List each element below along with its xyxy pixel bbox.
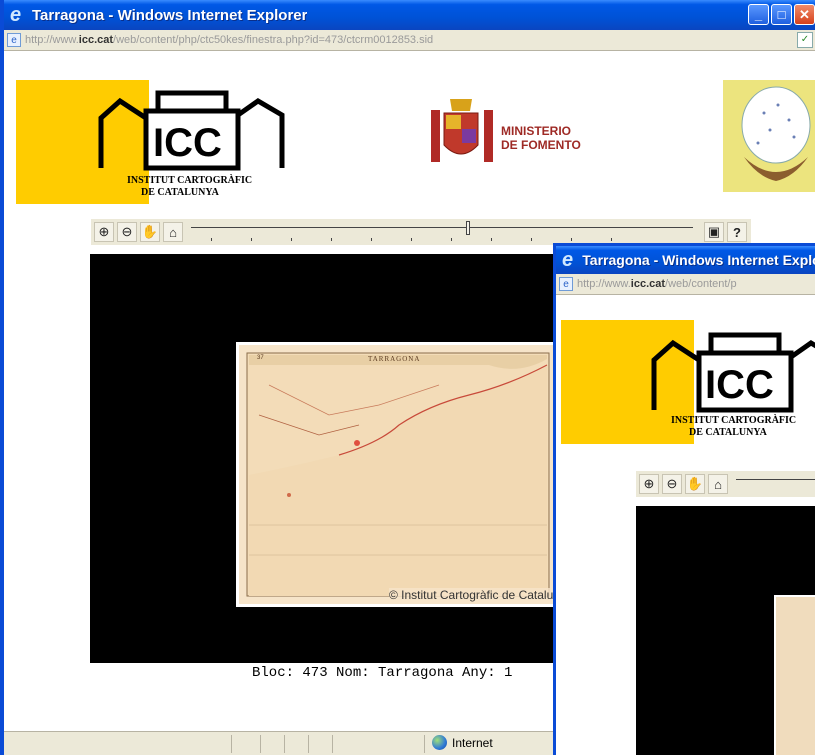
slider-tick: [331, 238, 332, 241]
institute-name-line1: INSTITUT CARTOGRÀFIC: [671, 415, 797, 426]
slider-tick: [491, 238, 492, 241]
slider-tick: [251, 238, 252, 241]
zoom-slider[interactable]: [191, 219, 693, 245]
security-zone-label: Internet: [452, 735, 493, 750]
window-title: Tarragona - Windows Internet Explorer: [32, 6, 308, 24]
status-separator: [260, 735, 261, 753]
slider-tick: [571, 238, 572, 241]
map-sheet-drawing: [246, 352, 550, 597]
zoom-slider[interactable]: [736, 471, 815, 497]
crest-icon: [741, 86, 811, 181]
browser-window-secondary: e Tarragona - Windows Internet Explorer …: [553, 243, 815, 755]
title-bar[interactable]: e Tarragona - Windows Internet Explorer …: [4, 0, 815, 30]
slider-handle[interactable]: [466, 221, 470, 235]
close-button[interactable]: ✕: [794, 4, 815, 25]
hand-icon[interactable]: ✋: [685, 474, 705, 494]
zoom-in-icon[interactable]: ⊕: [94, 222, 114, 242]
map-caption: Bloc: 473 Nom: Tarragona Any: 1: [252, 665, 513, 681]
address-bar[interactable]: e http://www.icc.cat/web/content/p: [556, 274, 815, 295]
security-zone[interactable]: Internet: [432, 735, 493, 750]
ministry-line2: DE FOMENTO: [501, 138, 581, 152]
status-separator: [284, 735, 285, 753]
map-toolbar: ⊕ ⊖ ✋ ⌂ ▣ ?: [91, 219, 751, 245]
globe-icon: [432, 735, 447, 750]
status-separator: [308, 735, 309, 753]
home-icon[interactable]: ⌂: [163, 222, 183, 242]
slider-tick: [451, 238, 452, 241]
map-image[interactable]: [774, 595, 815, 755]
institute-name-line1: INSTITUT CARTOGRÀFIC: [127, 175, 253, 186]
institute-name-line2: DE CATALUNYA: [141, 187, 219, 198]
slider-tick: [531, 238, 532, 241]
zoom-in-icon[interactable]: ⊕: [639, 474, 659, 494]
window-controls: _ □ ✕: [748, 4, 815, 25]
home-icon[interactable]: ⌂: [708, 474, 728, 494]
icc-letters: ICC: [153, 121, 222, 165]
window-title: Tarragona - Windows Internet Explorer: [582, 252, 815, 268]
coat-of-arms-icon: [431, 99, 493, 162]
print-icon[interactable]: ▣: [704, 222, 724, 242]
map-sheet-title: TARRAGONA: [368, 355, 421, 363]
zoom-out-icon[interactable]: ⊖: [662, 474, 682, 494]
icc-letters: ICC: [705, 363, 774, 407]
map-toolbar: ⊕ ⊖ ✋ ⌂: [636, 471, 815, 497]
map-sheet-number: 37: [257, 355, 264, 361]
slider-tick: [291, 238, 292, 241]
status-separator: [424, 735, 425, 753]
address-url[interactable]: http://www.icc.cat/web/content/p: [577, 278, 737, 290]
slider-tick: [211, 238, 212, 241]
page-icon: e: [7, 33, 21, 47]
map-image[interactable]: TARRAGONA 37 © Institut Cartogràfic de C…: [236, 342, 560, 607]
page-content: ICC INSTITUT CARTOGRÀFIC DE CATALUNYA ⊕ …: [556, 295, 815, 755]
slider-track: [191, 227, 693, 228]
page-icon: e: [559, 277, 573, 291]
slider-tick: [371, 238, 372, 241]
compatibility-icon[interactable]: ✓: [797, 32, 813, 48]
status-separator: [231, 735, 232, 753]
slider-tick: [411, 238, 412, 241]
institute-name-line2: DE CATALUNYA: [689, 427, 767, 438]
internet-explorer-icon: e: [562, 249, 574, 271]
address-bar[interactable]: e http://www.icc.cat/web/content/php/ctc…: [4, 30, 815, 51]
internet-explorer-icon: e: [10, 4, 22, 26]
hand-icon[interactable]: ✋: [140, 222, 160, 242]
zoom-out-icon[interactable]: ⊖: [117, 222, 137, 242]
status-separator: [332, 735, 333, 753]
address-url[interactable]: http://www.icc.cat/web/content/php/ctc50…: [25, 34, 433, 46]
slider-tick: [611, 238, 612, 241]
minimize-button[interactable]: _: [748, 4, 769, 25]
help-icon[interactable]: ?: [727, 222, 747, 242]
title-bar[interactable]: e Tarragona - Windows Internet Explorer: [556, 246, 815, 274]
ministry-line1: MINISTERIO: [501, 124, 572, 138]
map-copyright: © Institut Cartogràfic de Catalunya: [389, 588, 557, 602]
slider-track: [736, 479, 815, 480]
maximize-button[interactable]: □: [771, 4, 792, 25]
